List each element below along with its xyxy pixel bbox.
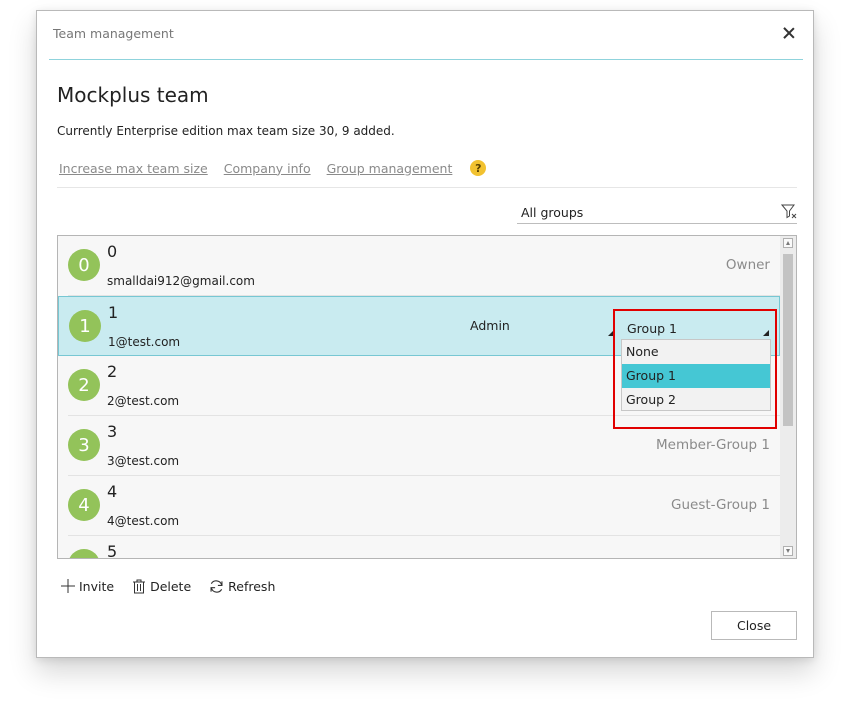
team-description: Currently Enterprise edition max team si… bbox=[57, 124, 395, 138]
member-name: 1 bbox=[108, 303, 119, 322]
trash-icon bbox=[133, 579, 146, 593]
member-email: 2@test.com bbox=[107, 394, 180, 408]
team-links: Increase max team size Company info Grou… bbox=[59, 158, 487, 178]
member-role-select[interactable]: Admin bbox=[470, 318, 510, 333]
group-select-value: Group 1 bbox=[627, 321, 677, 336]
scroll-up-icon[interactable] bbox=[783, 238, 793, 248]
divider bbox=[57, 187, 797, 188]
delete-button[interactable]: Delete bbox=[132, 579, 191, 594]
avatar: 5 bbox=[68, 549, 100, 558]
member-name: 2 bbox=[107, 362, 118, 381]
delete-label: Delete bbox=[150, 578, 192, 594]
increase-team-size-link[interactable]: Increase max team size bbox=[59, 161, 208, 176]
invite-label: Invite bbox=[79, 578, 115, 594]
help-icon[interactable]: ? bbox=[470, 160, 487, 176]
group-option-none[interactable]: None bbox=[622, 340, 770, 364]
group-select-highlight: Group 1 None Group 1 Group 2 bbox=[613, 309, 777, 429]
avatar: 0 bbox=[68, 249, 100, 281]
close-icon[interactable] bbox=[781, 25, 797, 41]
member-row[interactable]: 0 0 smalldai912@gmail.com Owner bbox=[58, 236, 780, 296]
filter-icon[interactable] bbox=[781, 203, 797, 219]
member-role: Member-Group 1 bbox=[655, 437, 770, 453]
company-info-link[interactable]: Company info bbox=[224, 161, 311, 176]
member-email: smalldai912@gmail.com bbox=[107, 274, 255, 288]
team-management-dialog: Team management Mockplus team Currently … bbox=[36, 10, 814, 658]
member-email: 3@test.com bbox=[107, 454, 180, 468]
member-name: 3 bbox=[107, 422, 118, 441]
close-button[interactable]: Close bbox=[711, 611, 797, 640]
group-option-group-1[interactable]: Group 1 bbox=[622, 364, 770, 388]
member-name: 4 bbox=[107, 482, 118, 501]
list-scrollbar[interactable] bbox=[780, 236, 796, 558]
refresh-button[interactable]: Refresh bbox=[209, 579, 275, 594]
member-row[interactable]: 5 5 bbox=[58, 536, 780, 559]
avatar: 3 bbox=[68, 429, 100, 461]
scroll-down-icon[interactable] bbox=[783, 546, 793, 556]
plus-icon bbox=[61, 579, 75, 593]
group-management-link[interactable]: Group management bbox=[327, 161, 453, 176]
scroll-thumb[interactable] bbox=[783, 254, 793, 426]
member-name: 0 bbox=[107, 242, 118, 261]
group-filter-value: All groups bbox=[521, 205, 584, 220]
avatar: 4 bbox=[68, 489, 100, 521]
refresh-label: Refresh bbox=[228, 578, 276, 594]
refresh-icon bbox=[210, 579, 223, 593]
group-option-group-2[interactable]: Group 2 bbox=[622, 388, 770, 412]
team-name: Mockplus team bbox=[57, 83, 209, 107]
member-name: 5 bbox=[107, 542, 118, 559]
member-role: Guest-Group 1 bbox=[671, 497, 770, 513]
member-role: Owner bbox=[725, 257, 770, 273]
avatar: 2 bbox=[68, 369, 100, 401]
group-options-list: None Group 1 Group 2 bbox=[621, 339, 771, 411]
member-email: 1@test.com bbox=[108, 335, 181, 349]
group-select[interactable]: Group 1 bbox=[621, 317, 769, 339]
invite-button[interactable]: Invite bbox=[61, 579, 114, 594]
avatar: 1 bbox=[69, 310, 101, 342]
member-row[interactable]: 4 4 4@test.com Guest-Group 1 bbox=[58, 476, 780, 536]
member-email: 4@test.com bbox=[107, 514, 180, 528]
dropdown-arrow-icon[interactable] bbox=[763, 330, 769, 336]
group-filter-select[interactable]: All groups bbox=[517, 201, 797, 224]
dialog-title: Team management bbox=[53, 26, 174, 41]
member-toolbar: Invite Delete Refresh bbox=[61, 577, 293, 595]
title-bar: Team management bbox=[49, 11, 803, 60]
